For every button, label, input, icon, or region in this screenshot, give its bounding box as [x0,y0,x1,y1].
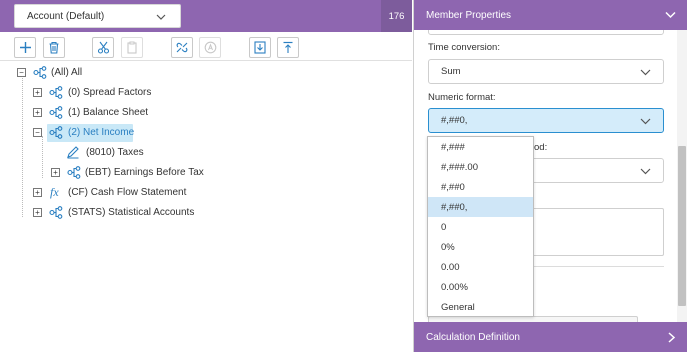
dropdown-option[interactable]: 0% [428,237,533,257]
alias-button[interactable] [199,37,221,58]
dimension-select-value: Account (Default) [27,10,105,22]
paste-button[interactable] [121,37,143,58]
tree-item-spread-factors[interactable]: + (0) Spread Factors [0,84,412,102]
collapse-toggle[interactable]: − [17,68,26,77]
tree-toolbar [0,33,412,61]
clipboard-icon [127,41,137,54]
dropdown-option[interactable]: 0 [428,217,533,237]
tree-item-label: (8010) Taxes [86,147,144,158]
dropdown-option[interactable]: #,###.00 [428,157,533,177]
chevron-down-icon [665,11,676,19]
partial-field-label: od: [534,142,548,153]
hierarchy-icon [49,86,63,99]
pencil-icon [67,146,79,159]
alias-icon [204,41,216,54]
dropdown-option[interactable]: #,##0 [428,177,533,197]
numeric-format-select[interactable]: #,##0, [428,108,664,133]
scissors-icon [97,41,109,54]
expand-toggle[interactable]: + [33,208,42,217]
collapse-toggle[interactable]: − [33,128,42,137]
expand-toggle[interactable]: + [33,108,42,117]
export-button[interactable] [277,37,299,58]
chevron-down-icon [640,118,651,125]
expand-toggle[interactable]: + [33,188,42,197]
tree-item-cash-flow[interactable]: + fx (CF) Cash Flow Statement [0,184,412,202]
import-icon [254,41,266,54]
calculation-definition-header[interactable]: Calculation Definition [414,322,687,352]
dropdown-option[interactable]: #,### [428,137,533,157]
dropdown-option[interactable]: General [428,297,533,317]
hierarchy-icon [49,106,63,119]
calculation-definition-title: Calculation Definition [426,331,520,343]
hierarchy-icon [49,126,63,139]
formula-icon: fx [50,185,59,199]
panel-title: Member Properties [426,9,512,21]
import-button[interactable] [249,37,271,58]
properties-scrollbar[interactable] [677,30,687,322]
tree-item-balance-sheet[interactable]: + (1) Balance Sheet [0,104,412,122]
relationship-button[interactable] [171,37,193,58]
cut-button[interactable] [92,37,114,58]
dimension-select[interactable]: Account (Default) [14,4,181,28]
hierarchy-icon [33,66,47,79]
trash-icon [49,41,59,54]
tree-item-ebt[interactable]: + (EBT) Earnings Before Tax [0,164,412,182]
tree-item-label: (All) All [51,67,83,78]
previous-field[interactable] [428,30,664,35]
tree-item-label: (2) Net Income [68,127,135,138]
tree-item-all[interactable]: − (All) All [0,64,412,82]
left-header-bar: Account (Default) 176 [0,0,412,32]
tree-item-label: (1) Balance Sheet [68,107,149,118]
tree-item-stats[interactable]: + (STATS) Statistical Accounts [0,204,412,222]
time-conversion-label: Time conversion: [428,42,500,53]
member-count-badge: 176 [381,0,412,32]
tree-item-taxes[interactable]: (8010) Taxes [0,144,412,162]
expand-toggle[interactable]: + [51,168,60,177]
dropdown-option-selected[interactable]: #,##0, [428,197,533,217]
dropdown-option[interactable]: 0.00% [428,277,533,297]
tree-item-label: (STATS) Statistical Accounts [68,207,195,218]
scrollbar-thumb[interactable] [678,146,686,306]
numeric-format-value: #,##0, [441,115,468,126]
hierarchy-icon [49,206,63,219]
expand-toggle[interactable]: + [33,88,42,97]
tree-item-net-income[interactable]: − (2) Net Income [0,124,412,142]
tree-item-label: (0) Spread Factors [68,87,152,98]
export-icon [283,41,293,53]
plus-icon [19,42,31,53]
chevron-right-icon [668,332,676,343]
chevron-down-icon [640,168,651,175]
time-conversion-value: Sum [441,66,461,77]
hierarchy-icon [67,166,81,179]
dropdown-option[interactable]: 0.00 [428,257,533,277]
add-button[interactable] [14,37,36,58]
tree-item-label: (CF) Cash Flow Statement [68,187,187,198]
tree-item-label: (EBT) Earnings Before Tax [85,167,204,178]
svg-text:fx: fx [50,185,59,199]
delete-button[interactable] [43,37,65,58]
link-icon [176,42,188,53]
member-tree-panel: Account (Default) 176 − (All) All + (0) … [0,0,412,352]
member-properties-header[interactable]: Member Properties [414,0,687,30]
chevron-down-icon [156,14,166,20]
numeric-format-label: Numeric format: [428,92,496,103]
time-conversion-select[interactable]: Sum [428,59,664,84]
chevron-down-icon [640,69,651,76]
numeric-format-dropdown: #,### #,###.00 #,##0 #,##0, 0 0% 0.00 0.… [427,136,534,317]
